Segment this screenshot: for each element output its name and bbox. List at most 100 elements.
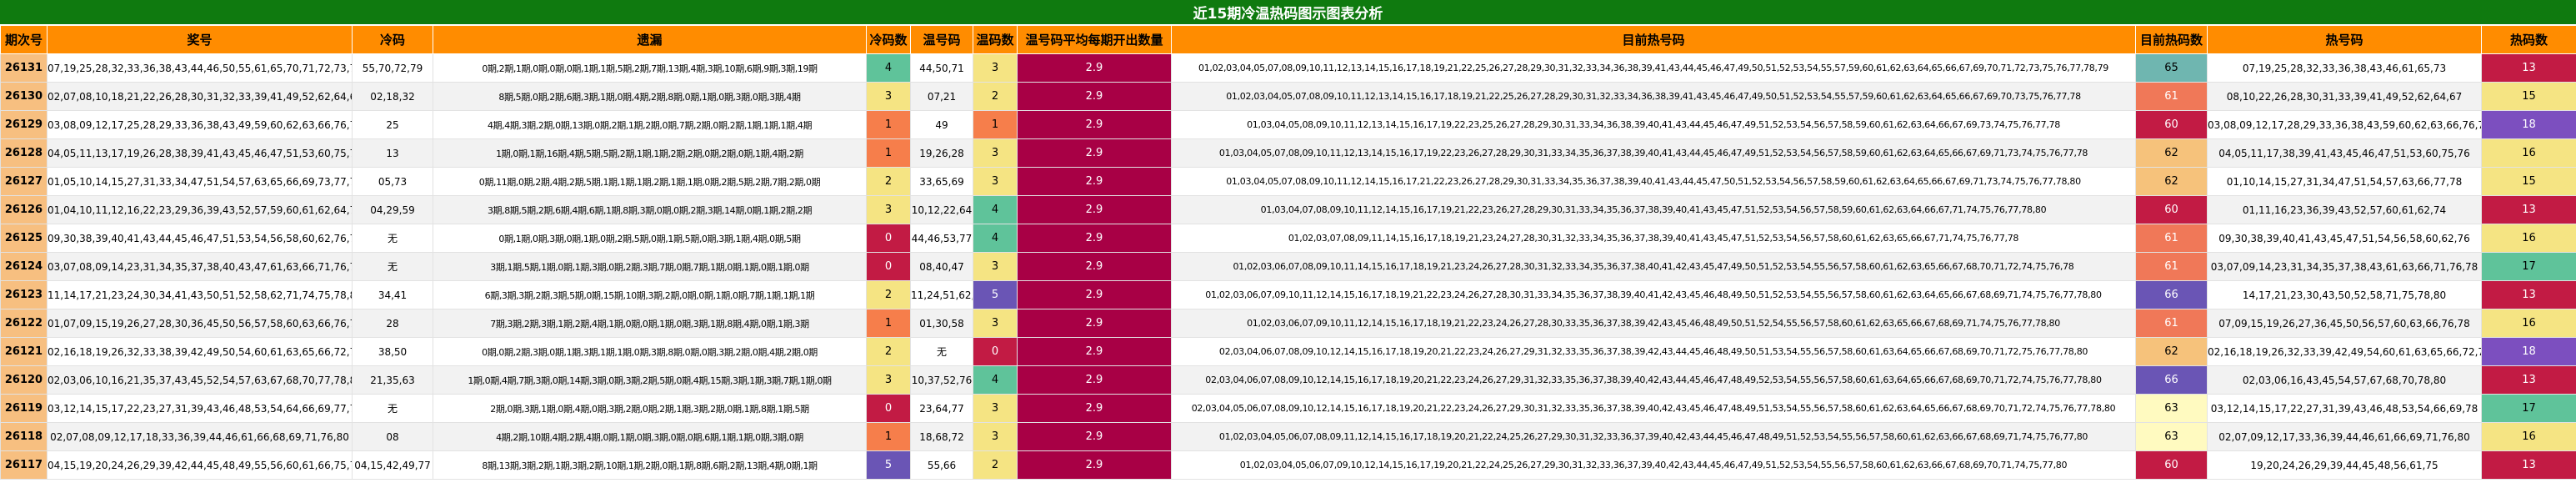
warm-numbers-cell: 44,46,53,77 [910, 224, 973, 253]
table-row: 26124 03,07,08,09,14,23,31,34,35,37,38,40… [0, 252, 2576, 281]
warm-average-cell: 2.9 [1017, 422, 1172, 451]
issue-cell: 26126 [0, 195, 48, 224]
col-current-hot-count: 目前热码数 [2135, 25, 2208, 54]
cold-count-badge: 5 [866, 450, 911, 480]
col-cold-count: 冷码数 [866, 25, 911, 54]
warm-numbers-cell: 55,66 [910, 450, 973, 480]
table-row: 26117 04,15,19,20,24,26,29,39,42,44,45,48… [0, 450, 2576, 480]
cold-count-badge: 1 [866, 138, 911, 168]
warm-count-badge: 4 [973, 365, 1018, 395]
col-hot-numbers: 热号码 [2207, 25, 2482, 54]
warm-count-badge: 3 [973, 252, 1018, 281]
cold-count-badge: 2 [866, 280, 911, 309]
winning-numbers-cell: 07,19,25,28,32,33,36,38,43,44,46,50,55,6… [47, 53, 353, 83]
cold-numbers-cell: 无 [352, 224, 433, 253]
issue-cell: 26118 [0, 422, 48, 451]
hot-numbers-cell: 01,11,16,23,36,39,43,52,57,60,61,62,74 [2207, 195, 2482, 224]
warm-average-cell: 2.9 [1017, 280, 1172, 309]
winning-numbers-cell: 03,07,08,09,14,23,31,34,35,37,38,40,43,4… [47, 252, 353, 281]
col-warm-average: 温号码平均每期开出数量 [1017, 25, 1172, 54]
cold-count-badge: 4 [866, 53, 911, 83]
warm-count-badge: 2 [973, 82, 1018, 111]
winning-numbers-cell: 02,07,08,10,18,21,22,26,28,30,31,32,33,3… [47, 82, 353, 111]
cold-numbers-cell: 21,35,63 [352, 365, 433, 395]
warm-numbers-cell: 11,24,51,62,74 [910, 280, 973, 309]
warm-numbers-cell: 08,40,47 [910, 252, 973, 281]
warm-numbers-cell: 10,37,52,76 [910, 365, 973, 395]
page-title: 近15期冷温热码图示图表分析 [0, 0, 2576, 25]
hot-count-badge: 16 [2481, 309, 2576, 338]
cold-numbers-cell: 04,15,42,49,77 [352, 450, 433, 480]
warm-average-cell: 2.9 [1017, 450, 1172, 480]
omission-cell: 8期,5期,0期,2期,6期,3期,1期,0期,4期,2期,8期,0期,1期,0… [433, 82, 867, 111]
header-row: 期次号 奖号 冷码 遗漏 冷码数 温号码 温码数 温号码平均每期开出数量 目前热… [0, 25, 2576, 54]
current-hot-count-badge: 65 [2135, 53, 2208, 83]
table-row: 26126 01,04,10,11,12,16,22,23,29,36,39,43… [0, 195, 2576, 224]
current-hot-numbers-cell: 01,03,04,05,08,09,10,11,12,13,14,15,16,1… [1171, 110, 2136, 139]
current-hot-count-badge: 62 [2135, 167, 2208, 196]
issue-cell: 26127 [0, 167, 48, 196]
issue-cell: 26130 [0, 82, 48, 111]
hot-count-badge: 13 [2481, 280, 2576, 309]
hot-numbers-cell: 07,19,25,28,32,33,36,38,43,46,61,65,73 [2207, 53, 2482, 83]
winning-numbers-cell: 03,08,09,12,17,25,28,29,33,36,38,43,49,5… [47, 110, 353, 139]
current-hot-numbers-cell: 01,02,03,06,07,09,10,11,12,14,15,16,17,1… [1171, 280, 2136, 309]
issue-cell: 26128 [0, 138, 48, 168]
warm-numbers-cell: 49 [910, 110, 973, 139]
hot-numbers-cell: 04,05,11,17,38,39,41,43,45,46,47,51,53,6… [2207, 138, 2482, 168]
current-hot-numbers-cell: 01,03,04,05,07,08,09,10,11,12,14,15,16,1… [1171, 167, 2136, 196]
cold-numbers-cell: 04,29,59 [352, 195, 433, 224]
warm-average-cell: 2.9 [1017, 167, 1172, 196]
current-hot-count-badge: 60 [2135, 450, 2208, 480]
omission-cell: 1期,0期,4期,7期,3期,0期,14期,3期,0期,3期,2期,5期,0期,… [433, 365, 867, 395]
current-hot-numbers-cell: 02,03,04,06,07,08,09,10,12,14,15,16,17,1… [1171, 365, 2136, 395]
col-cold-numbers: 冷码 [352, 25, 433, 54]
col-warm-count: 温码数 [973, 25, 1018, 54]
omission-cell: 7期,3期,2期,3期,1期,2期,4期,1期,0期,0期,1期,0期,3期,1… [433, 309, 867, 338]
issue-cell: 26129 [0, 110, 48, 139]
warm-average-cell: 2.9 [1017, 53, 1172, 83]
current-hot-count-badge: 60 [2135, 110, 2208, 139]
table-row: 26129 03,08,09,12,17,25,28,29,33,36,38,43… [0, 110, 2576, 139]
hot-count-badge: 18 [2481, 337, 2576, 366]
winning-numbers-cell: 04,15,19,20,24,26,29,39,42,44,45,48,49,5… [47, 450, 353, 480]
hot-count-badge: 16 [2481, 224, 2576, 253]
current-hot-numbers-cell: 01,02,03,04,05,06,07,09,10,12,14,15,16,1… [1171, 450, 2136, 480]
warm-numbers-cell: 10,12,22,64 [910, 195, 973, 224]
winning-numbers-cell: 04,05,11,13,17,19,26,28,38,39,41,43,45,4… [47, 138, 353, 168]
warm-count-badge: 3 [973, 394, 1018, 423]
table-row: 26122 01,07,09,15,19,26,27,28,30,36,45,50… [0, 309, 2576, 338]
current-hot-numbers-cell: 01,02,03,07,08,09,11,14,15,16,17,18,19,2… [1171, 224, 2136, 253]
issue-cell: 26120 [0, 365, 48, 395]
issue-cell: 26124 [0, 252, 48, 281]
omission-cell: 0期,2期,1期,0期,0期,0期,1期,1期,5期,2期,7期,13期,4期,… [433, 53, 867, 83]
hot-numbers-cell: 14,17,21,23,30,43,50,52,58,71,75,78,80 [2207, 280, 2482, 309]
table-row: 26128 04,05,11,13,17,19,26,28,38,39,41,43… [0, 138, 2576, 168]
hot-count-badge: 17 [2481, 394, 2576, 423]
winning-numbers-cell: 02,16,18,19,26,32,33,38,39,42,49,50,54,6… [47, 337, 353, 366]
current-hot-numbers-cell: 01,02,03,06,07,08,09,10,11,14,15,16,17,1… [1171, 252, 2136, 281]
hot-count-badge: 17 [2481, 252, 2576, 281]
warm-count-badge: 3 [973, 138, 1018, 168]
table-row: 26130 02,07,08,10,18,21,22,26,28,30,31,32… [0, 82, 2576, 111]
issue-cell: 26125 [0, 224, 48, 253]
cold-count-badge: 3 [866, 82, 911, 111]
hot-numbers-cell: 03,08,09,12,17,28,29,33,36,38,43,59,60,6… [2207, 110, 2482, 139]
table-row: 26118 02,07,08,09,12,17,18,33,36,39,44,46… [0, 422, 2576, 451]
warm-numbers-cell: 23,64,77 [910, 394, 973, 423]
omission-cell: 2期,0期,3期,1期,0期,4期,0期,3期,2期,0期,2期,1期,3期,2… [433, 394, 867, 423]
hot-numbers-cell: 02,07,09,12,17,33,36,39,44,46,61,66,69,7… [2207, 422, 2482, 451]
hot-count-badge: 16 [2481, 138, 2576, 168]
warm-count-badge: 5 [973, 280, 1018, 309]
cold-numbers-cell: 02,18,32 [352, 82, 433, 111]
hot-numbers-cell: 09,30,38,39,40,41,43,45,47,51,54,56,58,6… [2207, 224, 2482, 253]
cold-numbers-cell: 13 [352, 138, 433, 168]
hot-count-badge: 15 [2481, 167, 2576, 196]
current-hot-count-badge: 62 [2135, 138, 2208, 168]
hot-count-badge: 15 [2481, 82, 2576, 111]
cold-count-badge: 0 [866, 394, 911, 423]
cold-numbers-cell: 无 [352, 252, 433, 281]
current-hot-numbers-cell: 01,02,03,06,07,09,10,11,12,14,15,16,17,1… [1171, 309, 2136, 338]
issue-cell: 26131 [0, 53, 48, 83]
cold-count-badge: 3 [866, 365, 911, 395]
